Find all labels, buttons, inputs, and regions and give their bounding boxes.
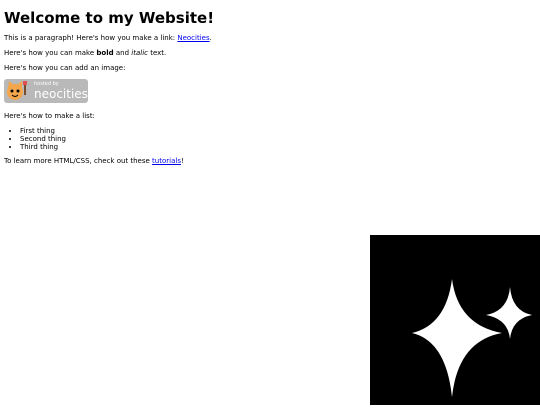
- bold-text: bold: [96, 49, 114, 57]
- italic-text: italic: [131, 49, 148, 57]
- formatting-paragraph: Here's how you can make bold and italic …: [4, 49, 524, 58]
- neocities-link[interactable]: Neocities: [177, 34, 209, 42]
- sparkle-button[interactable]: [370, 235, 540, 405]
- list-item: Second thing: [20, 135, 524, 143]
- outro-text-end: !: [180, 157, 184, 165]
- example-list: First thing Second thing Third thing: [4, 127, 524, 151]
- outro-paragraph: To learn more HTML/CSS, check out these …: [4, 157, 524, 166]
- list-item: First thing: [20, 127, 524, 135]
- page-content: Welcome to my Website! This is a paragra…: [4, 0, 524, 172]
- formatting-text: Here's how you can make: [4, 49, 97, 57]
- formatting-and: and: [113, 49, 132, 57]
- intro-paragraph: This is a paragraph! Here's how you make…: [4, 34, 524, 43]
- list-item: Third thing: [20, 143, 524, 151]
- sparkle-icon: [412, 279, 532, 397]
- badge-brand-text: neocities: [34, 87, 88, 101]
- intro-text: This is a paragraph! Here's how you make…: [4, 34, 178, 42]
- outro-text: To learn more HTML/CSS, check out these: [4, 157, 153, 165]
- intro-text-end: .: [209, 34, 212, 42]
- cat-mascot-icon: [5, 80, 33, 106]
- hosted-by-neocities-badge[interactable]: hosted by neocities: [4, 79, 88, 103]
- image-intro: Here's how you can add an image:: [4, 64, 126, 72]
- tutorials-link[interactable]: tutorials: [152, 157, 181, 165]
- page-title: Welcome to my Website!: [4, 9, 215, 27]
- formatting-end: text.: [147, 49, 167, 57]
- list-intro: Here's how to make a list:: [4, 112, 95, 120]
